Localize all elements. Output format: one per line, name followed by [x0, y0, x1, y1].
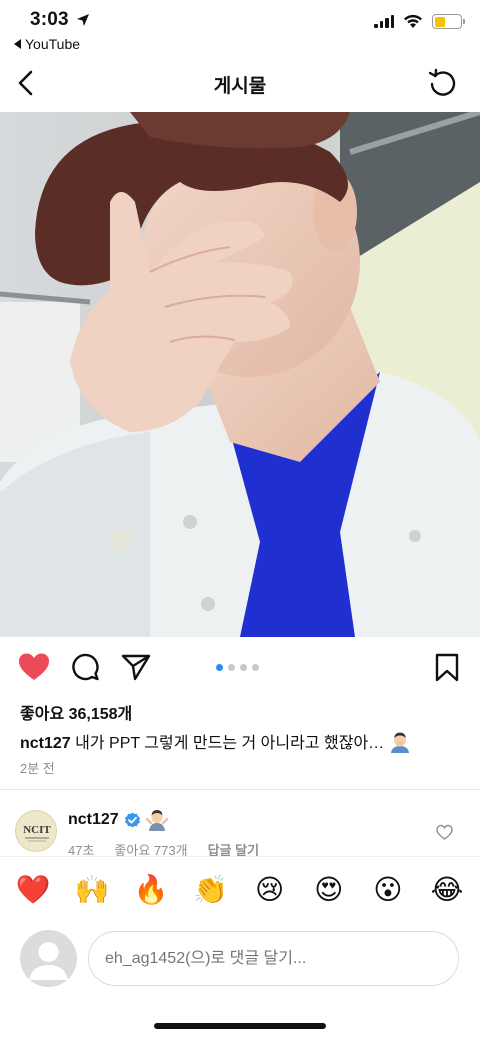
reaction-red-heart-emoji-button[interactable]: ❤️ — [14, 871, 52, 909]
reaction-heart-eyes-emoji-button[interactable]: 😍 — [310, 871, 348, 909]
reply-button[interactable]: 답글 달기 — [208, 840, 259, 856]
post-photo-image — [0, 112, 480, 637]
status-bar: 3:03 YouTube — [0, 0, 480, 56]
like-count[interactable]: 좋아요 36,158개 — [20, 700, 132, 724]
back-app-label: YouTube — [25, 36, 81, 52]
nct-logo-icon: NCIT — [23, 824, 51, 842]
post-action-row — [0, 640, 480, 696]
quick-reactions-bar: ❤️ 🙌 🔥 👏 😢 😍 😮 😂 — [14, 871, 466, 909]
wifi-icon — [404, 14, 422, 28]
battery-icon — [432, 14, 465, 29]
comment-input[interactable] — [88, 931, 459, 986]
post-time: 2분 전 — [20, 761, 55, 776]
man-shrugging-emoji-icon — [145, 810, 168, 831]
comment-item: NCIT nct127 47초 좋아요 773개 답글 달기 — [0, 800, 480, 856]
commenter-avatar[interactable]: NCIT — [15, 810, 57, 852]
divider — [0, 789, 480, 790]
carousel-dot — [252, 664, 259, 671]
comment-meta: 47초 좋아요 773개 답글 달기 — [68, 840, 259, 856]
carousel-dot — [228, 664, 235, 671]
caption-text: 내가 PPT 그렇게 만드는 거 아니라고 했잖아… — [70, 735, 385, 752]
comment-likes[interactable]: 좋아요 773개 — [114, 840, 187, 856]
nct-logo-text: NCIT — [23, 824, 51, 836]
reaction-crying-face-emoji-button[interactable]: 😢 — [251, 871, 289, 909]
cellular-signal-icon — [374, 15, 394, 28]
carousel-dot — [240, 664, 247, 671]
home-indicator — [154, 1023, 326, 1029]
caption-username[interactable]: nct127 — [20, 735, 71, 752]
refresh-icon[interactable] — [426, 67, 460, 101]
reaction-clapping-hands-emoji-button[interactable]: 👏 — [191, 871, 229, 909]
back-to-app-link[interactable]: YouTube — [14, 36, 80, 52]
comment-like-heart-icon[interactable] — [436, 824, 453, 841]
my-avatar — [20, 930, 77, 987]
commenter-username[interactable]: nct127 — [68, 811, 119, 829]
carousel-indicator — [216, 664, 259, 671]
comment-bubble-icon[interactable] — [71, 653, 99, 681]
post-photo[interactable] — [0, 112, 480, 637]
comment-time: 47초 — [68, 843, 95, 856]
post-caption: nct127 내가 PPT 그렇게 만드는 거 아니라고 했잖아… — [20, 729, 465, 753]
reaction-tears-of-joy-emoji-button[interactable]: 😂 — [428, 871, 466, 909]
like-heart-icon[interactable] — [18, 652, 50, 682]
reaction-fire-emoji-button[interactable]: 🔥 — [132, 871, 170, 909]
back-triangle-icon — [14, 39, 21, 49]
save-bookmark-icon[interactable] — [435, 653, 459, 682]
man-facepalm-emoji-icon — [390, 732, 409, 753]
commenter-name-row: nct127 — [68, 809, 168, 831]
reaction-raising-hands-emoji-button[interactable]: 🙌 — [73, 871, 111, 909]
status-time: 3:03 — [30, 9, 69, 30]
share-send-icon[interactable] — [121, 653, 151, 681]
default-avatar-icon — [29, 942, 68, 980]
post-header: 게시물 — [0, 56, 480, 112]
system-icons — [374, 14, 465, 29]
location-arrow-icon — [77, 14, 89, 26]
page-title: 게시물 — [213, 76, 267, 97]
verified-badge-icon — [124, 812, 140, 827]
comment-composer: ❤️ 🙌 🔥 👏 😢 😍 😮 😂 — [0, 856, 480, 1039]
reaction-surprised-face-emoji-button[interactable]: 😮 — [369, 871, 407, 909]
carousel-dot — [216, 664, 223, 671]
